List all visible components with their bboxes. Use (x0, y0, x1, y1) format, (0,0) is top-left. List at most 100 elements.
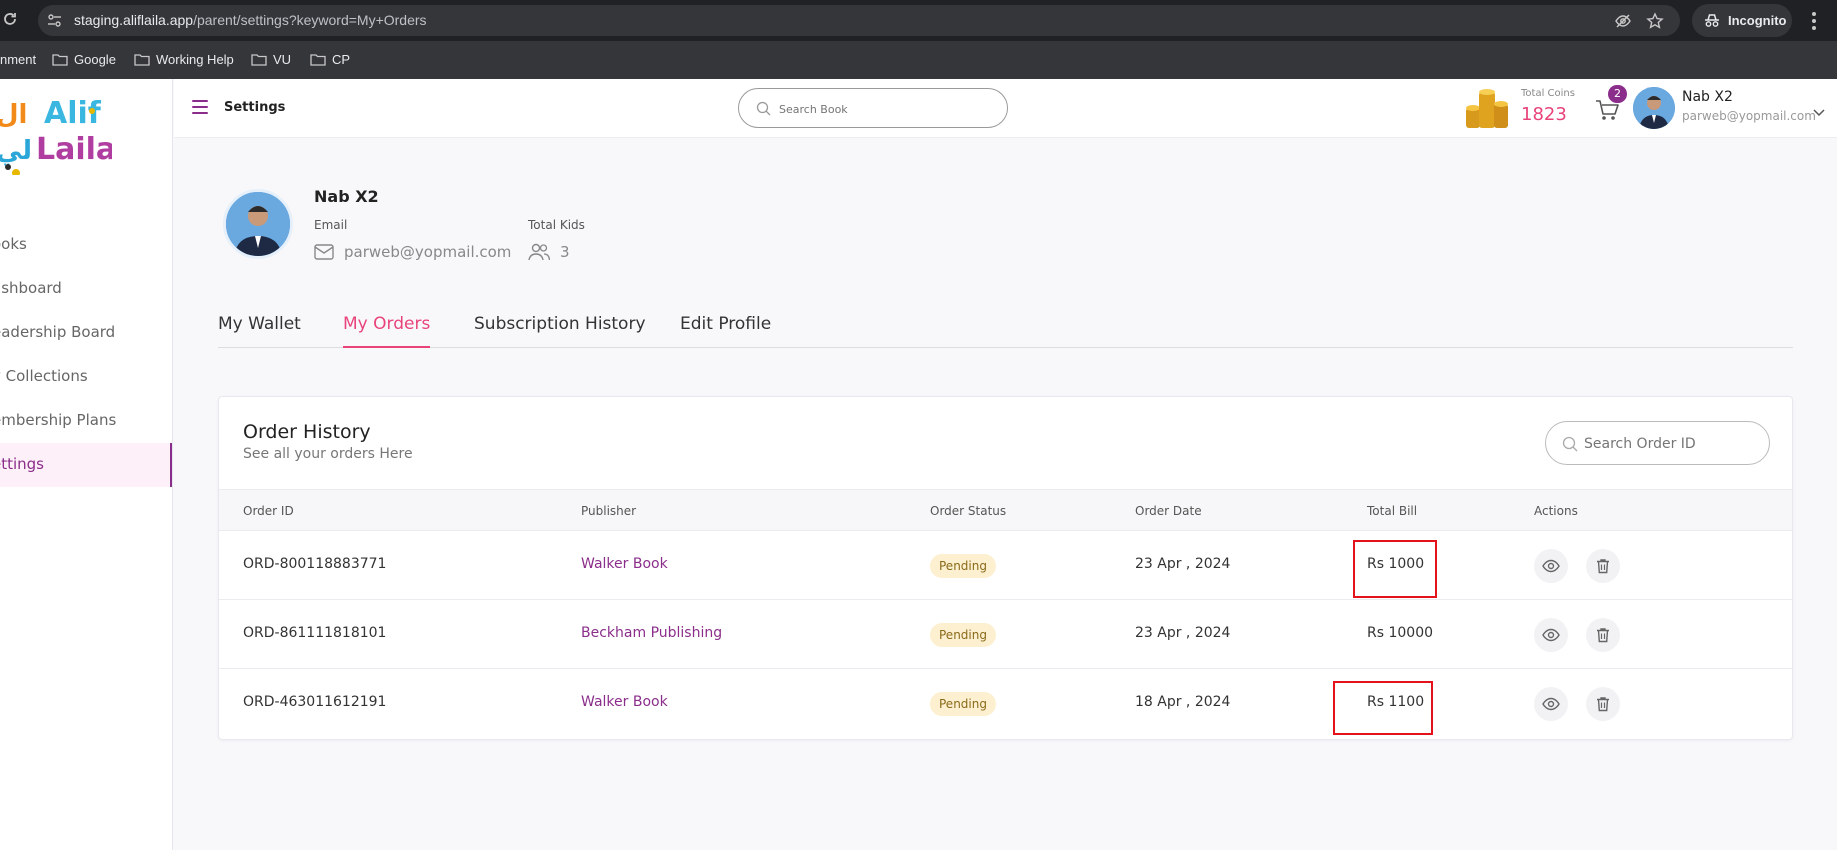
chevron-down-icon[interactable] (1813, 103, 1825, 117)
folder-icon (251, 54, 267, 66)
sidebar-item-settings[interactable]: ettings (0, 443, 172, 487)
column-header: Publisher (581, 504, 637, 518)
bookmark-folder-working-help[interactable]: Working Help (134, 52, 234, 67)
coins-label: Total Coins (1521, 88, 1575, 99)
email-label: Email (314, 218, 348, 232)
delete-order-button[interactable] (1586, 549, 1620, 583)
profile-kids: 3 (528, 243, 570, 261)
sidebar-item-dashboard[interactable]: ashboard (0, 267, 172, 311)
coins-icon (1462, 84, 1512, 130)
publisher-link[interactable]: Walker Book (581, 556, 668, 572)
table-row: ORD-463011612191 Walker Book Pending 18 … (219, 668, 1792, 737)
order-id: ORD-800118883771 (243, 556, 387, 572)
tab-my-orders[interactable]: My Orders (343, 314, 431, 348)
column-header: Order ID (243, 504, 294, 518)
order-history-card: Order History See all your orders Here O… (218, 396, 1793, 740)
star-icon[interactable] (1646, 12, 1664, 30)
trash-icon (1597, 559, 1609, 574)
header-user-email: parweb@yopmail.com (1682, 109, 1816, 123)
annotation-highlight-box (1333, 681, 1433, 735)
settings-tabs: My Wallet My Orders Subscription History… (218, 310, 1793, 348)
status-badge: Pending (930, 554, 996, 578)
eye-off-icon[interactable] (1614, 12, 1632, 30)
top-header: Settings Total Coins 1823 2 Nab X2 parwe… (174, 79, 1837, 138)
avatar[interactable] (1633, 87, 1675, 129)
coins-value: 1823 (1521, 104, 1567, 125)
order-id: ORD-861111818101 (243, 625, 387, 641)
bookmark-folder-vu[interactable]: VU (251, 52, 291, 67)
site-info-icon[interactable] (47, 13, 62, 28)
order-id: ORD-463011612191 (243, 694, 387, 710)
browser-toolbar: staging.aliflaila.app/parent/settings?ke… (0, 0, 1837, 41)
bookmarks-bar: nment Google Working Help VU CP (0, 41, 1837, 79)
delete-order-button[interactable] (1586, 618, 1620, 652)
bookmark-folder-google[interactable]: Google (52, 52, 116, 67)
order-search-input[interactable] (1584, 434, 1754, 454)
status-badge: Pending (930, 692, 996, 716)
incognito-icon (1705, 14, 1719, 27)
trash-icon (1597, 628, 1609, 643)
publisher-link[interactable]: Walker Book (581, 694, 668, 710)
column-header: Total Bill (1367, 504, 1418, 518)
url-text: staging.aliflaila.app/parent/settings?ke… (74, 12, 427, 28)
alif-laila-logo[interactable]: Alif Laila ال لي (0, 89, 116, 177)
trash-icon (1597, 697, 1609, 712)
svg-text:لي: لي (0, 136, 32, 166)
mail-icon (314, 244, 334, 260)
folder-icon (310, 54, 326, 66)
header-user-name[interactable]: Nab X2 (1682, 89, 1733, 105)
profile-name: Nab X2 (314, 187, 379, 206)
view-order-button[interactable] (1534, 687, 1568, 721)
view-order-button[interactable] (1534, 618, 1568, 652)
svg-text:ال: ال (0, 100, 27, 130)
table-header: Order ID Publisher Order Status Order Da… (219, 489, 1792, 530)
profile-avatar (223, 189, 293, 259)
total-bill: Rs 10000 (1367, 625, 1434, 641)
tab-my-wallet[interactable]: My Wallet (218, 314, 301, 348)
cart-count-badge: 2 (1608, 85, 1627, 103)
book-search-input[interactable] (779, 99, 989, 119)
order-date: 23 Apr , 2024 (1135, 625, 1231, 641)
tab-edit-profile[interactable]: Edit Profile (680, 314, 771, 348)
bookmark-item[interactable]: nment (0, 52, 36, 67)
book-search[interactable] (738, 88, 1008, 128)
column-header: Order Status (930, 504, 1007, 518)
sidebar-item-my-collections[interactable]: y Collections (0, 355, 172, 399)
reload-icon[interactable] (2, 11, 20, 29)
sidebar: Alif Laila ال لي ooks ashboard eadership… (0, 79, 173, 850)
folder-icon (134, 54, 150, 66)
sidebar-item-books[interactable]: ooks (0, 223, 172, 267)
sidebar-item-leadership-board[interactable]: eadership Board (0, 311, 172, 355)
folder-icon (52, 54, 68, 66)
search-icon (1562, 436, 1578, 452)
more-menu-icon[interactable] (1812, 12, 1816, 30)
tab-subscription-history[interactable]: Subscription History (474, 314, 646, 348)
svg-text:Laila: Laila (36, 132, 112, 167)
search-icon (756, 101, 771, 116)
address-bar[interactable]: staging.aliflaila.app/parent/settings?ke… (38, 5, 1680, 36)
incognito-label: Incognito (1728, 13, 1787, 28)
profile-email: parweb@yopmail.com (314, 243, 511, 261)
publisher-link[interactable]: Beckham Publishing (581, 625, 722, 641)
eye-icon (1542, 628, 1560, 642)
total-kids-label: Total Kids (528, 218, 585, 232)
incognito-indicator[interactable]: Incognito (1692, 4, 1792, 37)
bookmark-folder-cp[interactable]: CP (310, 52, 350, 67)
status-badge: Pending (930, 623, 996, 647)
order-history-subtitle: See all your orders Here (243, 446, 413, 462)
table-row: ORD-861111818101 Beckham Publishing Pend… (219, 599, 1792, 668)
sidebar-item-membership-plans[interactable]: embership Plans (0, 399, 172, 443)
page-title: Settings (224, 100, 286, 115)
profile-email-value: parweb@yopmail.com (344, 243, 512, 261)
eye-icon (1542, 559, 1560, 573)
view-order-button[interactable] (1534, 549, 1568, 583)
column-header: Order Date (1135, 504, 1202, 518)
annotation-highlight-box (1353, 540, 1437, 598)
order-search[interactable] (1545, 421, 1770, 465)
eye-icon (1542, 697, 1560, 711)
hamburger-menu-icon[interactable] (192, 100, 208, 114)
order-history-title: Order History (243, 421, 371, 443)
table-row: ORD-800118883771 Walker Book Pending 23 … (219, 530, 1792, 599)
delete-order-button[interactable] (1586, 687, 1620, 721)
column-header: Actions (1534, 504, 1578, 518)
